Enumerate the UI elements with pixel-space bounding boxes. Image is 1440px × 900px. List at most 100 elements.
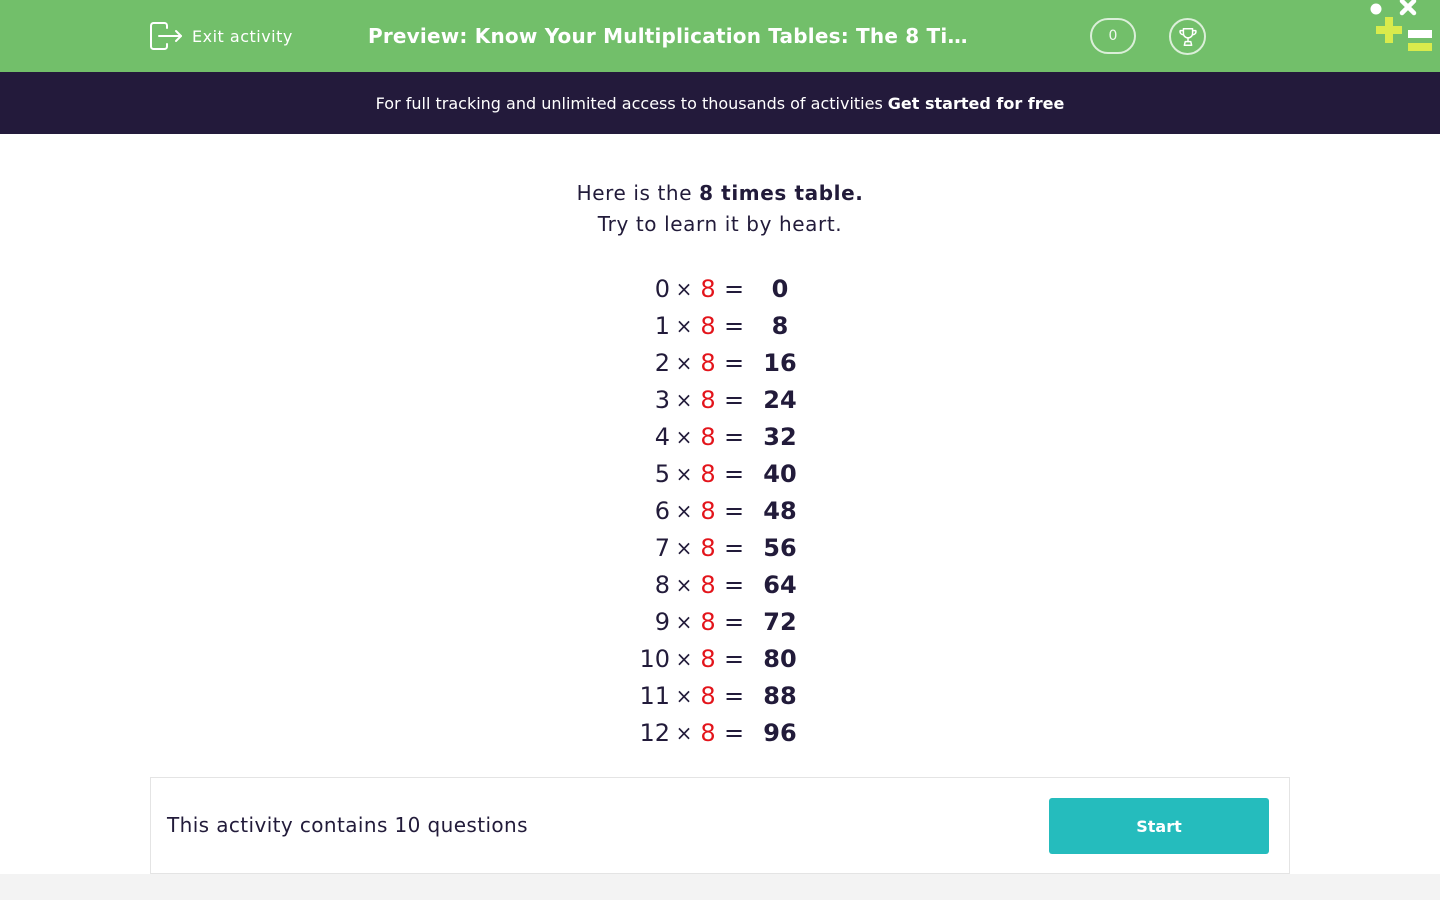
page-title: Preview: Know Your Multiplication Tables… — [368, 24, 980, 48]
equals-sign: = — [723, 459, 745, 488]
start-button[interactable]: Start — [1049, 798, 1269, 854]
table-row: 0 × 8 = 0 — [600, 270, 840, 307]
multiplicand: 8 — [700, 459, 716, 488]
table-row: 1 × 8 = 8 — [600, 307, 840, 344]
bottom-strip — [0, 874, 1440, 900]
intro-line-2: Try to learn it by heart. — [597, 212, 843, 236]
trophy-button[interactable] — [1169, 18, 1206, 55]
equals-sign: = — [723, 311, 745, 340]
times-sign: × — [675, 498, 693, 523]
equals-sign: = — [723, 533, 745, 562]
table-row: 4 × 8 = 32 — [600, 418, 840, 455]
multiplier: 7 — [654, 533, 670, 562]
equals-sign: = — [723, 644, 745, 673]
times-sign: × — [675, 387, 693, 412]
trophy-icon — [1178, 27, 1197, 46]
times-sign: × — [675, 350, 693, 375]
multiplicand: 8 — [700, 644, 716, 673]
product: 72 — [763, 607, 797, 636]
multiplicand: 8 — [700, 718, 716, 747]
times-sign: × — [675, 609, 693, 634]
intro-line-1: Here is the 8 times table. — [0, 178, 1440, 209]
times-sign: × — [675, 683, 693, 708]
multiplier: 11 — [639, 681, 670, 710]
product: 64 — [763, 570, 797, 599]
product: 80 — [763, 644, 797, 673]
product: 40 — [763, 459, 797, 488]
table-row: 10 × 8 = 80 — [600, 640, 840, 677]
table-row: 8 × 8 = 64 — [600, 566, 840, 603]
promo-banner: For full tracking and unlimited access t… — [0, 72, 1440, 134]
equals-sign: = — [723, 496, 745, 525]
times-sign: × — [675, 461, 693, 486]
product: 16 — [763, 348, 797, 377]
equals-sign: = — [723, 607, 745, 636]
product: 8 — [771, 311, 789, 340]
intro-bold: 8 times table. — [699, 181, 864, 205]
get-started-link[interactable]: Get started for free — [888, 94, 1065, 113]
exit-activity-label: Exit activity — [192, 26, 293, 46]
multiplicand: 8 — [700, 348, 716, 377]
exit-activity-button[interactable]: Exit activity — [150, 22, 293, 50]
multiplier: 9 — [654, 607, 670, 636]
times-sign: × — [675, 572, 693, 597]
equals-sign: = — [723, 274, 745, 303]
table-row: 6 × 8 = 48 — [600, 492, 840, 529]
product: 24 — [763, 385, 797, 414]
multiplier: 10 — [639, 644, 670, 673]
multiplicand: 8 — [700, 385, 716, 414]
multiplicand: 8 — [700, 570, 716, 599]
activity-footer: This activity contains 10 questions Star… — [150, 777, 1290, 874]
times-sign: × — [675, 424, 693, 449]
product: 48 — [763, 496, 797, 525]
multiplier: 3 — [654, 385, 670, 414]
intro-prefix: Here is the — [576, 181, 693, 205]
table-row: 5 × 8 = 40 — [600, 455, 840, 492]
multiplicand: 8 — [700, 422, 716, 451]
equals-sign: = — [723, 422, 745, 451]
times-sign: × — [675, 535, 693, 560]
product: 96 — [763, 718, 797, 747]
multiplicand: 8 — [700, 533, 716, 562]
table-row: 7 × 8 = 56 — [600, 529, 840, 566]
question-count-text: This activity contains 10 questions — [167, 813, 528, 837]
equals-sign: = — [723, 570, 745, 599]
multiplicand: 8 — [700, 496, 716, 525]
logo-icon — [1370, 0, 1432, 51]
equals-sign: = — [723, 681, 745, 710]
table-row: 3 × 8 = 24 — [600, 381, 840, 418]
multiplicand: 8 — [700, 274, 716, 303]
table-row: 12 × 8 = 96 — [600, 714, 840, 751]
multiplier: 2 — [654, 348, 670, 377]
equals-sign: = — [723, 385, 745, 414]
multiplicand: 8 — [700, 607, 716, 636]
times-sign: × — [675, 276, 693, 301]
banner-text: For full tracking and unlimited access t… — [375, 93, 883, 113]
product: 32 — [763, 422, 797, 451]
multiplier: 1 — [654, 311, 670, 340]
multiplier: 5 — [654, 459, 670, 488]
multiplier: 0 — [654, 274, 670, 303]
table-row: 11 × 8 = 88 — [600, 677, 840, 714]
times-sign: × — [675, 720, 693, 745]
product: 0 — [771, 274, 789, 303]
equals-sign: = — [723, 348, 745, 377]
product: 56 — [763, 533, 797, 562]
product: 88 — [763, 681, 797, 710]
times-sign: × — [675, 313, 693, 338]
multiplier: 4 — [654, 422, 670, 451]
table-row: 2 × 8 = 16 — [600, 344, 840, 381]
intro-text: Here is the 8 times table. Try to learn … — [0, 178, 1440, 240]
times-sign: × — [675, 646, 693, 671]
top-header: Exit activity Preview: Know Your Multipl… — [0, 0, 1440, 72]
multiplier: 12 — [639, 718, 670, 747]
table-row: 9 × 8 = 72 — [600, 603, 840, 640]
times-table: 0 × 8 = 0 1 × 8 = 8 2 × 8 = 16 3 × 8 = 24 4 × 8 = 32 5 × 8 = 40 6 × 8 = 48… — [600, 270, 840, 751]
exit-icon — [150, 22, 182, 50]
score-badge: 0 — [1090, 18, 1136, 54]
multiplier: 8 — [654, 570, 670, 599]
multiplicand: 8 — [700, 311, 716, 340]
equals-sign: = — [723, 718, 745, 747]
multiplicand: 8 — [700, 681, 716, 710]
multiplier: 6 — [654, 496, 670, 525]
